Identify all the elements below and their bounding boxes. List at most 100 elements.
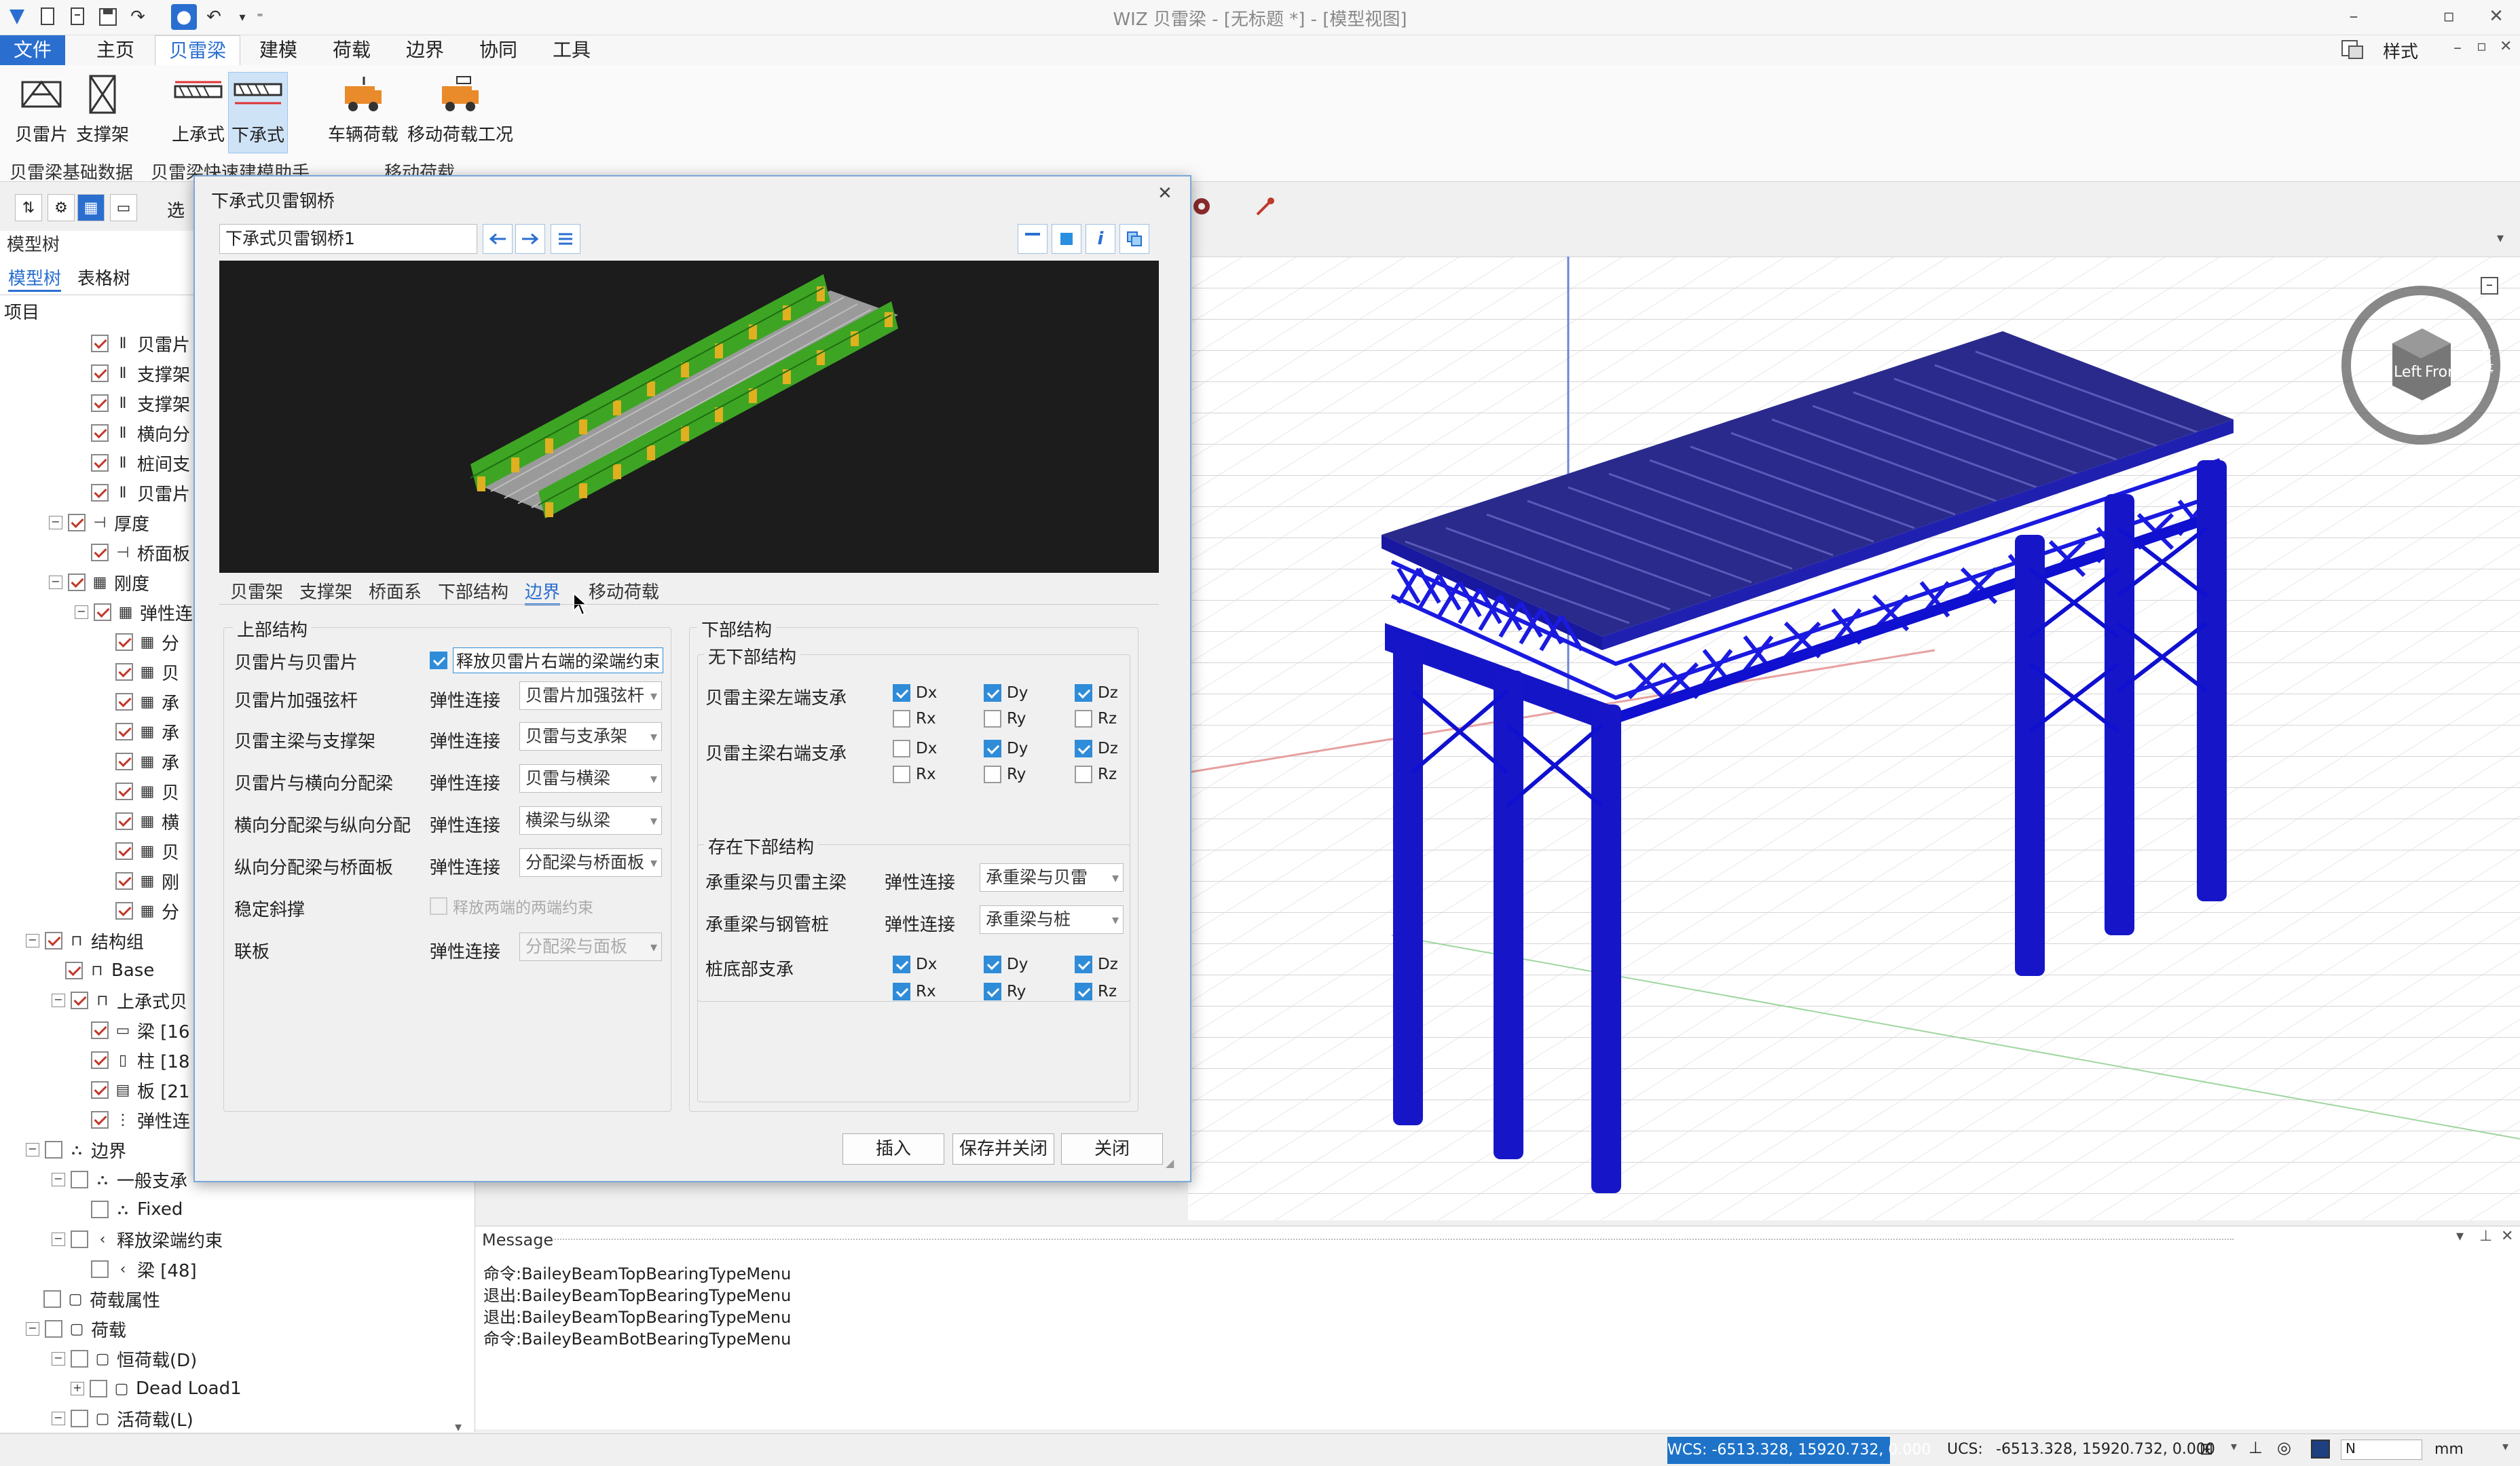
tree-view-icon[interactable]: ▦ <box>77 194 105 221</box>
tree-checkbox[interactable] <box>91 1081 109 1099</box>
cross-longitudinal-select[interactable]: 横梁与纵梁 <box>519 806 662 835</box>
next-arrow-icon[interactable] <box>515 224 545 254</box>
tree-item[interactable]: ⛬ Fixed <box>91 1196 183 1223</box>
select-label[interactable]: 选 <box>167 197 185 222</box>
prev-arrow-icon[interactable] <box>483 224 513 254</box>
tree-checkbox[interactable] <box>45 1141 62 1159</box>
menu-home[interactable]: 主页 <box>83 35 148 65</box>
tree-checkbox[interactable] <box>71 992 88 1009</box>
style-menu[interactable]: 样式 <box>2383 38 2418 63</box>
tree-expander-icon[interactable]: − <box>26 1143 39 1157</box>
tree-checkbox[interactable] <box>115 723 133 740</box>
dof-ry-checkbox[interactable]: Ry <box>984 766 1026 783</box>
tree-item[interactable]: − ⛬ 一般支承 <box>52 1166 187 1193</box>
message-dropdown-icon[interactable]: ▾ <box>2456 1228 2464 1245</box>
tree-checkbox[interactable] <box>115 633 133 651</box>
tree-item[interactable]: ▦ 承 <box>115 748 179 775</box>
tree-item[interactable]: ▭ 梁 [16 <box>91 1017 190 1044</box>
tree-checkbox[interactable] <box>115 812 133 830</box>
restore-button[interactable]: ▫ <box>2430 3 2467 30</box>
tab-deck-system[interactable]: 桥面系 <box>369 578 422 603</box>
tree-expander-icon[interactable]: − <box>52 1412 65 1425</box>
tree-item[interactable]: ▯ 柱 [18 <box>91 1047 190 1074</box>
info-icon[interactable]: i <box>1086 224 1115 254</box>
unit-select[interactable]: mm <box>2434 1441 2464 1458</box>
snap-grid-icon[interactable]: ⊞ <box>2200 1440 2213 1459</box>
close-window-button[interactable]: ✕ <box>2478 3 2515 30</box>
tree-checkbox[interactable] <box>91 1021 109 1039</box>
menu-tools[interactable]: 工具 <box>539 35 604 65</box>
tree-item[interactable]: − ▢ 荷载 <box>26 1315 126 1342</box>
tree-checkbox[interactable] <box>71 1171 88 1188</box>
tree-checkbox[interactable] <box>91 335 109 352</box>
tree-item[interactable]: Ⅱ 贝雷片 <box>91 479 190 506</box>
girder-support-select[interactable]: 贝雷与支承架 <box>519 722 662 751</box>
menu-modeling[interactable]: 建模 <box>246 35 311 65</box>
bailey-panel-button[interactable]: 贝雷片 <box>11 72 72 153</box>
dialog-close-icon[interactable]: ✕ <box>1157 183 1172 204</box>
moving-load-case-button[interactable]: 移动荷载工况 <box>405 72 516 153</box>
dof-rz-checkbox[interactable]: Rz <box>1075 983 1117 1000</box>
release-right-end-checkbox[interactable]: 释放贝雷片右端的梁端约束 <box>430 647 664 673</box>
tab-boundary[interactable]: 边界 <box>525 578 561 605</box>
menu-file[interactable]: 文件 <box>0 35 66 65</box>
minimize-button[interactable]: – <box>2335 3 2372 30</box>
tree-filter-icon[interactable]: ⚙ <box>48 194 75 221</box>
tree-item[interactable]: ▢ 荷载属性 <box>43 1285 160 1313</box>
resize-grip-icon[interactable]: ◢ <box>1166 1157 1174 1169</box>
layout-icon[interactable] <box>2341 38 2368 62</box>
tree-item[interactable]: − ▦ 刚度 <box>49 569 149 596</box>
tree-checkbox[interactable] <box>91 544 109 561</box>
tree-item[interactable]: − ⊓ 结构组 <box>26 927 144 954</box>
dof-rx-checkbox[interactable]: Rx <box>893 710 936 728</box>
menu-bailey[interactable]: 贝雷梁 <box>155 35 241 65</box>
cap-girder-select[interactable]: 承重梁与贝雷 <box>980 863 1124 892</box>
dof-dx-checkbox[interactable]: Dx <box>893 956 937 973</box>
list-icon[interactable] <box>551 224 580 254</box>
tree-item[interactable]: ▦ 刚 <box>115 867 179 895</box>
tree-checkbox[interactable] <box>90 1380 107 1397</box>
unit-dropdown-icon[interactable]: ▾ <box>2502 1440 2508 1454</box>
message-grip[interactable] <box>550 1239 2234 1243</box>
tree-checkbox[interactable] <box>91 364 109 382</box>
tree-scroll-down-icon[interactable]: ▾ <box>455 1418 462 1435</box>
ortho-icon[interactable]: ⊥ <box>2248 1438 2263 1457</box>
tree-item[interactable]: Ⅱ 横向分 <box>91 419 190 447</box>
tree-checkbox[interactable] <box>91 1260 109 1278</box>
tree-checkbox[interactable] <box>45 932 62 950</box>
tree-checkbox[interactable] <box>91 1051 109 1069</box>
dof-dz-checkbox[interactable]: Dz <box>1075 684 1118 702</box>
save-close-button[interactable]: 保存并关闭 <box>952 1133 1054 1165</box>
dof-rx-checkbox[interactable]: Rx <box>893 766 936 783</box>
tree-item[interactable]: ⊣ 桥面板 <box>91 539 190 566</box>
tab-bailey-frame[interactable]: 贝雷架 <box>230 578 283 603</box>
viewcube-menu-icon[interactable]: – <box>2481 277 2498 295</box>
dof-dy-checkbox[interactable]: Dy <box>984 956 1028 973</box>
tree-expander-icon[interactable]: + <box>71 1382 84 1395</box>
link-plate-select[interactable]: 分配梁与面板 <box>519 933 662 961</box>
tree-checkbox[interactable] <box>71 1230 88 1248</box>
dof-rz-checkbox[interactable]: Rz <box>1075 710 1117 728</box>
tree-item[interactable]: ⋮ 弹性连 <box>91 1106 190 1133</box>
display-icon[interactable]: ▭ <box>110 194 137 221</box>
tree-item[interactable]: Ⅱ 桩间支 <box>91 449 190 476</box>
tree-item[interactable]: − ⊣ 厚度 <box>49 509 149 536</box>
tree-item[interactable]: ▤ 板 [21 <box>91 1076 190 1104</box>
menu-boundary[interactable]: 边界 <box>392 35 458 65</box>
tree-item[interactable]: − ⊓ 上承式贝 <box>52 987 187 1014</box>
tree-expander-icon[interactable]: − <box>26 1322 39 1336</box>
tree-expander-icon[interactable]: − <box>52 1173 65 1186</box>
tree-item[interactable]: − ‹ 释放梁端约束 <box>52 1226 223 1253</box>
tree-checkbox[interactable] <box>71 1350 88 1368</box>
tree-item[interactable]: Ⅱ 支撑架 <box>91 360 190 387</box>
dof-ry-checkbox[interactable]: Ry <box>984 710 1026 728</box>
tree-item[interactable]: ▦ 横 <box>115 808 179 835</box>
tree-item[interactable]: ▦ 分 <box>115 628 179 656</box>
tree-checkbox[interactable] <box>68 574 86 591</box>
tree-checkbox[interactable] <box>115 693 133 711</box>
chord-reinforce-select[interactable]: 贝雷片加强弦杆 <box>519 681 662 710</box>
dof-dz-checkbox[interactable]: Dz <box>1075 956 1118 973</box>
model-viewport[interactable]: Top Left Front Front Right – <box>1188 257 2520 1220</box>
tree-item[interactable]: ▦ 贝 <box>115 838 179 865</box>
viewcube[interactable]: Top Left Front Front Right <box>2339 284 2502 447</box>
